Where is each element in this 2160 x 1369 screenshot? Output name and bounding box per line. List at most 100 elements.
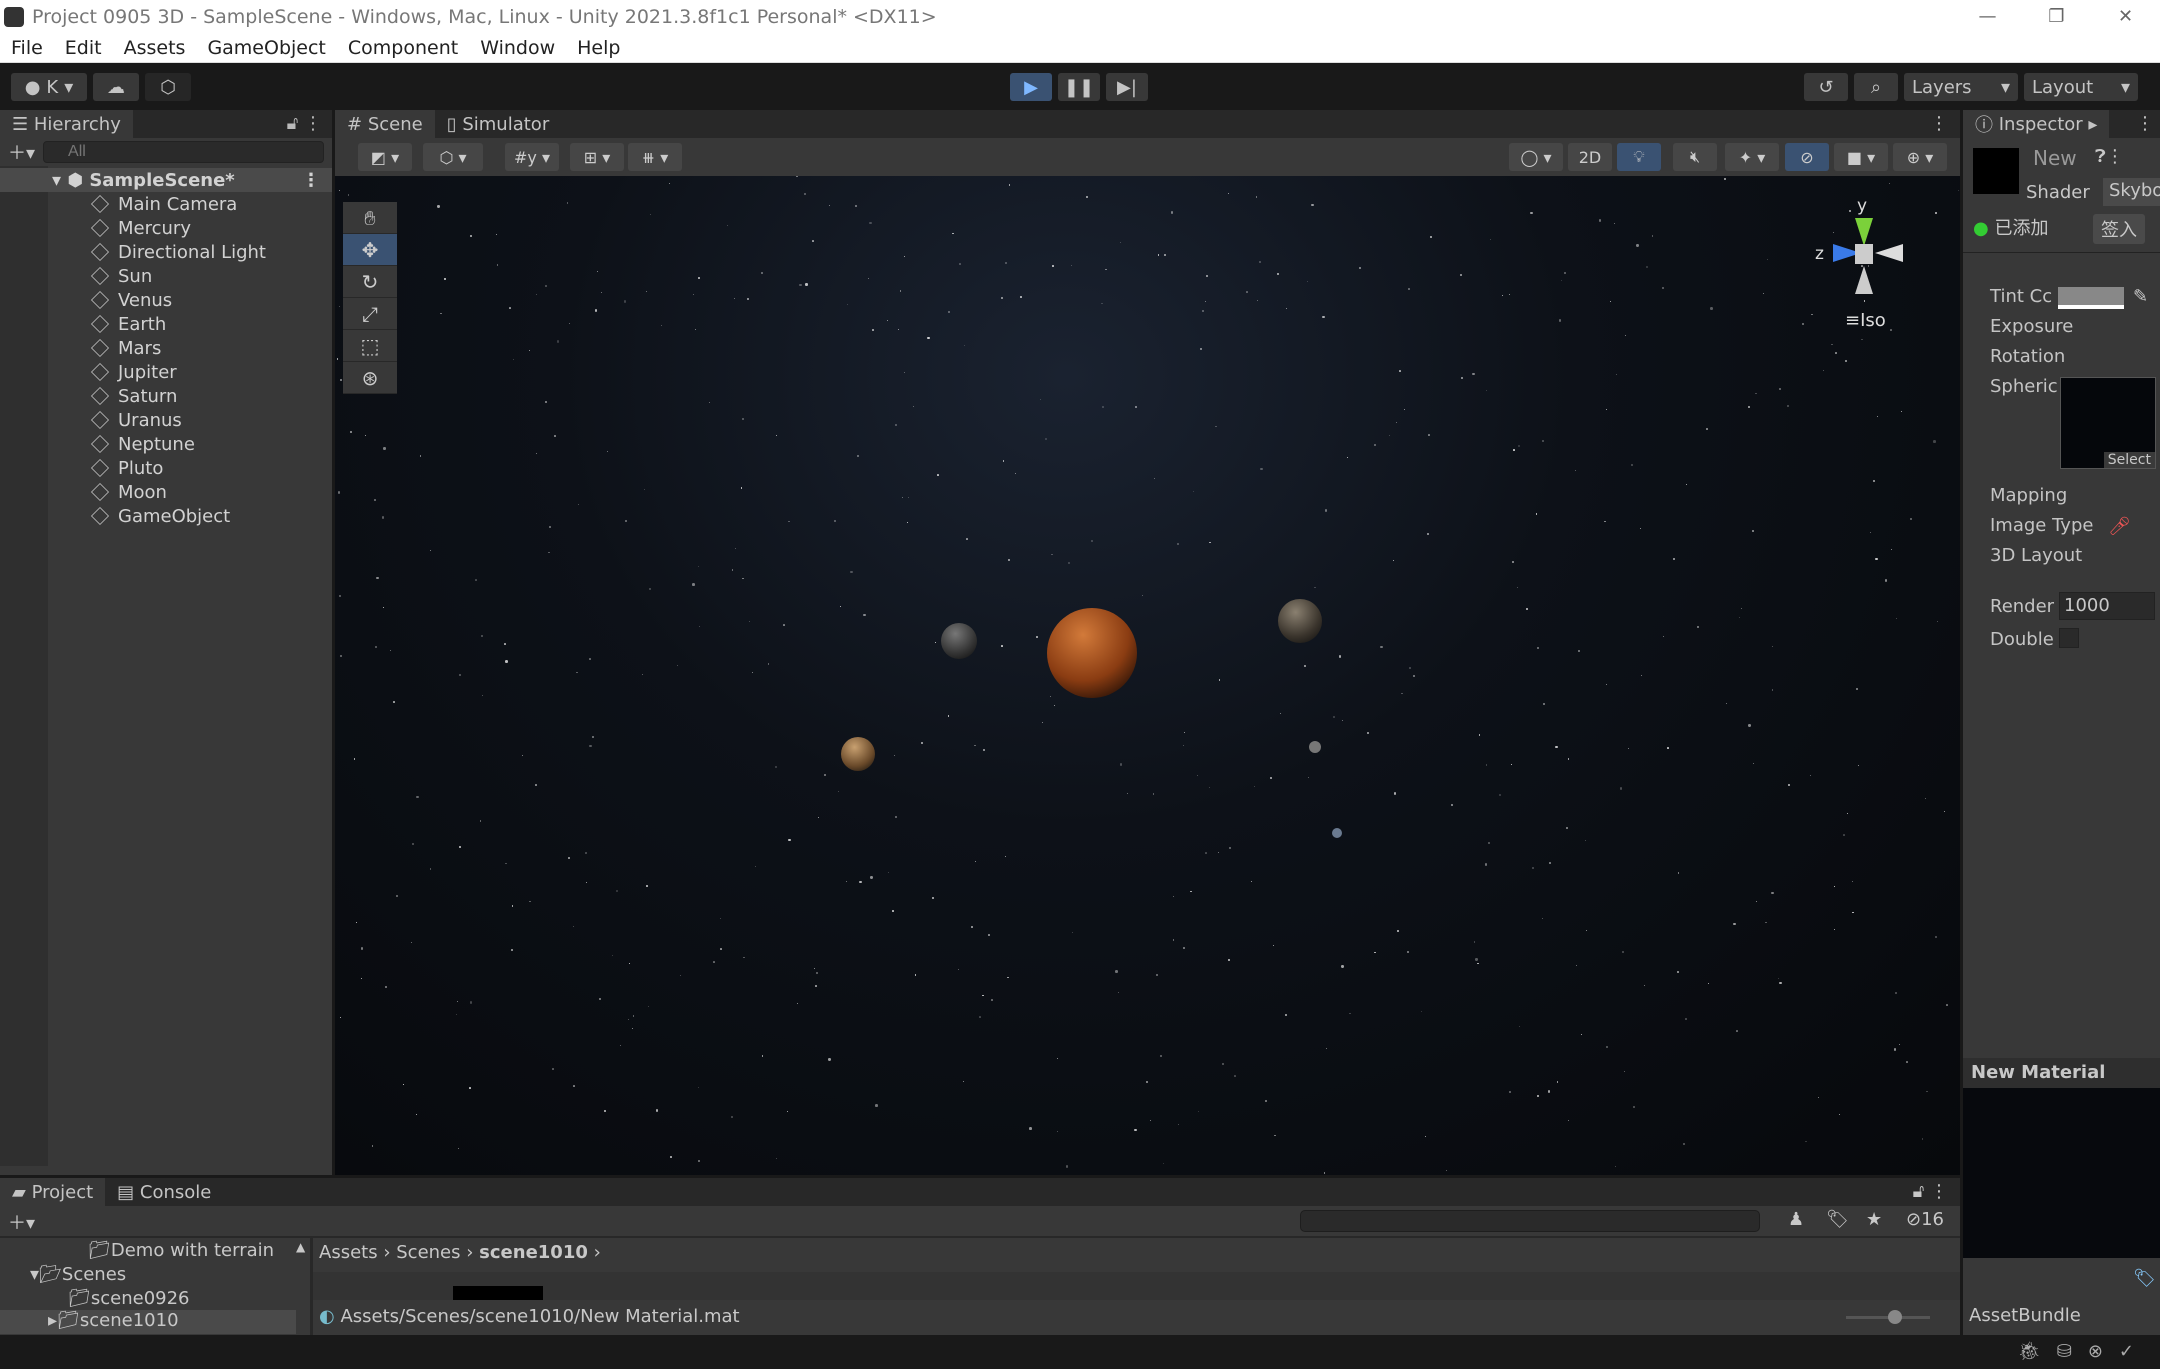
tab-hierarchy[interactable]: ☰ Hierarchy	[0, 110, 133, 138]
collab-icon[interactable]: ⬡	[145, 73, 191, 101]
double-sided-checkbox[interactable]	[2059, 628, 2079, 648]
rect-tool[interactable]: ⬚	[343, 330, 397, 362]
hierarchy-item[interactable]: Mars	[0, 336, 332, 360]
asset-grid[interactable]	[313, 1272, 1960, 1300]
render-queue-input[interactable]: 1000	[2059, 592, 2155, 620]
gizmo-y-axis[interactable]	[1855, 218, 1873, 246]
transform-tool[interactable]: ⊛	[343, 362, 397, 394]
filter-label-icon[interactable]: 🏷︎	[1826, 1209, 1849, 1230]
account-dropdown[interactable]: ● K ▾	[11, 73, 87, 101]
planet[interactable]	[841, 737, 875, 771]
planet[interactable]	[1309, 741, 1321, 753]
grid-snap-dropdown[interactable]: #y ▾	[505, 143, 559, 171]
filter-type-icon[interactable]: ♟	[1788, 1209, 1804, 1230]
hierarchy-item[interactable]: Neptune	[0, 432, 332, 456]
hierarchy-item[interactable]: Saturn	[0, 384, 332, 408]
gizmo-neg-y-axis[interactable]	[1855, 266, 1873, 294]
hand-tool[interactable]: ✋︎	[343, 202, 397, 234]
menu-window[interactable]: Window	[480, 37, 555, 59]
lighting-toggle[interactable]: 💡︎	[1617, 143, 1661, 171]
play-button[interactable]: ▶	[1010, 73, 1052, 101]
hierarchy-item[interactable]: Jupiter	[0, 360, 332, 384]
folder-item-selected[interactable]: ▸📁︎scene1010	[0, 1310, 296, 1334]
effects-dropdown[interactable]: ✦ ▾	[1725, 143, 1779, 171]
hierarchy-item[interactable]: Pluto	[0, 456, 332, 480]
sun-planet[interactable]	[1047, 608, 1137, 698]
assetbundle-dropdown[interactable]: AssetBundle	[1969, 1305, 2081, 1326]
more-icon[interactable]: ⋮	[1918, 113, 1960, 138]
breadcrumb-scenes[interactable]: Scenes	[396, 1242, 460, 1263]
shader-dropdown[interactable]: Skybo	[2103, 178, 2160, 206]
folder-item[interactable]: 📁︎scene0926	[68, 1288, 190, 1309]
eyedropper-icon[interactable]: ✎	[2133, 286, 2148, 307]
hierarchy-item[interactable]: Mercury	[0, 216, 332, 240]
hierarchy-item[interactable]: Venus	[0, 288, 332, 312]
project-search-input[interactable]	[1300, 1210, 1760, 1232]
gizmo-x-axis[interactable]	[1875, 244, 1903, 262]
gizmos-dropdown[interactable]: ⊕ ▾	[1893, 143, 1947, 171]
menu-edit[interactable]: Edit	[65, 37, 102, 59]
menu-component[interactable]: Component	[348, 37, 458, 59]
pause-button[interactable]: ❚❚	[1058, 73, 1100, 101]
tab-scene[interactable]: # Scene	[335, 110, 435, 138]
tab-console[interactable]: ▤ Console	[105, 1178, 223, 1206]
cubemap-field[interactable]: Select	[2060, 377, 2156, 469]
scrollbar[interactable]: ▲	[296, 1240, 305, 1254]
history-icon[interactable]: ↺	[1804, 73, 1848, 101]
minimize-button[interactable]: —	[1953, 0, 2022, 33]
layout-dropdown[interactable]: Layout ▾	[2024, 73, 2138, 101]
checkin-button[interactable]: 签入	[2093, 214, 2145, 244]
audio-mute-icon[interactable]: 🔇︎	[1673, 143, 1717, 171]
hidden-objects-icon[interactable]: ⊘	[1785, 143, 1829, 171]
increment-snap-dropdown[interactable]: ⧻ ▾	[628, 143, 682, 171]
breadcrumb-scene1010[interactable]: scene1010	[479, 1242, 588, 1263]
move-tool[interactable]: ✥	[343, 234, 397, 266]
label-tag-icon[interactable]: 🏷︎	[2133, 1268, 2156, 1289]
scale-tool[interactable]: ⤢	[343, 298, 397, 330]
hierarchy-item[interactable]: Uranus	[0, 408, 332, 432]
hierarchy-search-input[interactable]	[43, 141, 324, 163]
render-mode-dropdown[interactable]: ⬡ ▾	[423, 143, 483, 171]
folder-item[interactable]: ▾📂︎Scenes	[30, 1264, 126, 1285]
hierarchy-item[interactable]: Main Camera	[0, 192, 332, 216]
help-settings-icons[interactable]: ❓︎⋮	[2095, 146, 2124, 167]
tab-project[interactable]: ▰ Project	[0, 1178, 106, 1206]
hidden-packages-icon[interactable]: ⊘16	[1906, 1209, 1944, 1230]
status-icons[interactable]: 🐞︎⛁⊗✓	[2018, 1341, 2150, 1362]
menu-help[interactable]: Help	[577, 37, 620, 59]
hierarchy-item[interactable]: Directional Light	[0, 240, 332, 264]
planet[interactable]	[941, 623, 977, 659]
scene-viewport[interactable]: y z ≡Iso	[335, 176, 1960, 1175]
close-button[interactable]: ✕	[2091, 0, 2160, 33]
camera-dropdown[interactable]: ■ ▾	[1834, 143, 1888, 171]
folder-item[interactable]: 📁︎Demo with terrain	[88, 1240, 274, 1261]
hierarchy-item[interactable]: Earth	[0, 312, 332, 336]
breadcrumb-assets[interactable]: Assets	[319, 1242, 378, 1263]
select-button[interactable]: Select	[2103, 452, 2155, 468]
menu-gameobject[interactable]: GameObject	[207, 37, 325, 59]
hierarchy-item[interactable]: GameObject	[0, 504, 332, 528]
draw-mode-dropdown[interactable]: ◩ ▾	[358, 143, 412, 171]
2d-toggle[interactable]: 2D	[1568, 143, 1612, 171]
hierarchy-item[interactable]: Sun	[0, 264, 332, 288]
search-icon[interactable]: ⌕	[1854, 73, 1898, 101]
snap-dropdown[interactable]: ⊞ ▾	[570, 143, 624, 171]
create-button[interactable]: ＋▾	[8, 139, 35, 165]
tab-inspector[interactable]: ⓘ Inspector ▸	[1963, 110, 2110, 138]
menu-assets[interactable]: Assets	[124, 37, 186, 59]
rotate-tool[interactable]: ↻	[343, 266, 397, 298]
step-button[interactable]: ▶|	[1106, 73, 1148, 101]
favorite-icon[interactable]: ★	[1866, 1209, 1882, 1230]
shading-dropdown[interactable]: ◯ ▾	[1509, 143, 1563, 171]
tint-color-field[interactable]	[2058, 287, 2124, 309]
planet[interactable]	[1332, 828, 1342, 838]
menu-file[interactable]: File	[11, 37, 43, 59]
gizmo-center-cube[interactable]	[1855, 244, 1873, 264]
hierarchy-item[interactable]: Moon	[0, 480, 332, 504]
zoom-slider[interactable]	[1846, 1310, 1930, 1324]
tab-simulator[interactable]: ▯ Simulator	[435, 110, 562, 138]
projection-toggle[interactable]: ≡Iso	[1845, 310, 1886, 331]
create-asset-button[interactable]: ＋▾	[8, 1209, 35, 1235]
cloud-icon[interactable]: ☁	[93, 73, 139, 101]
scene-root-item[interactable]: ▾ ⬢ SampleScene* ⋮	[0, 168, 332, 192]
